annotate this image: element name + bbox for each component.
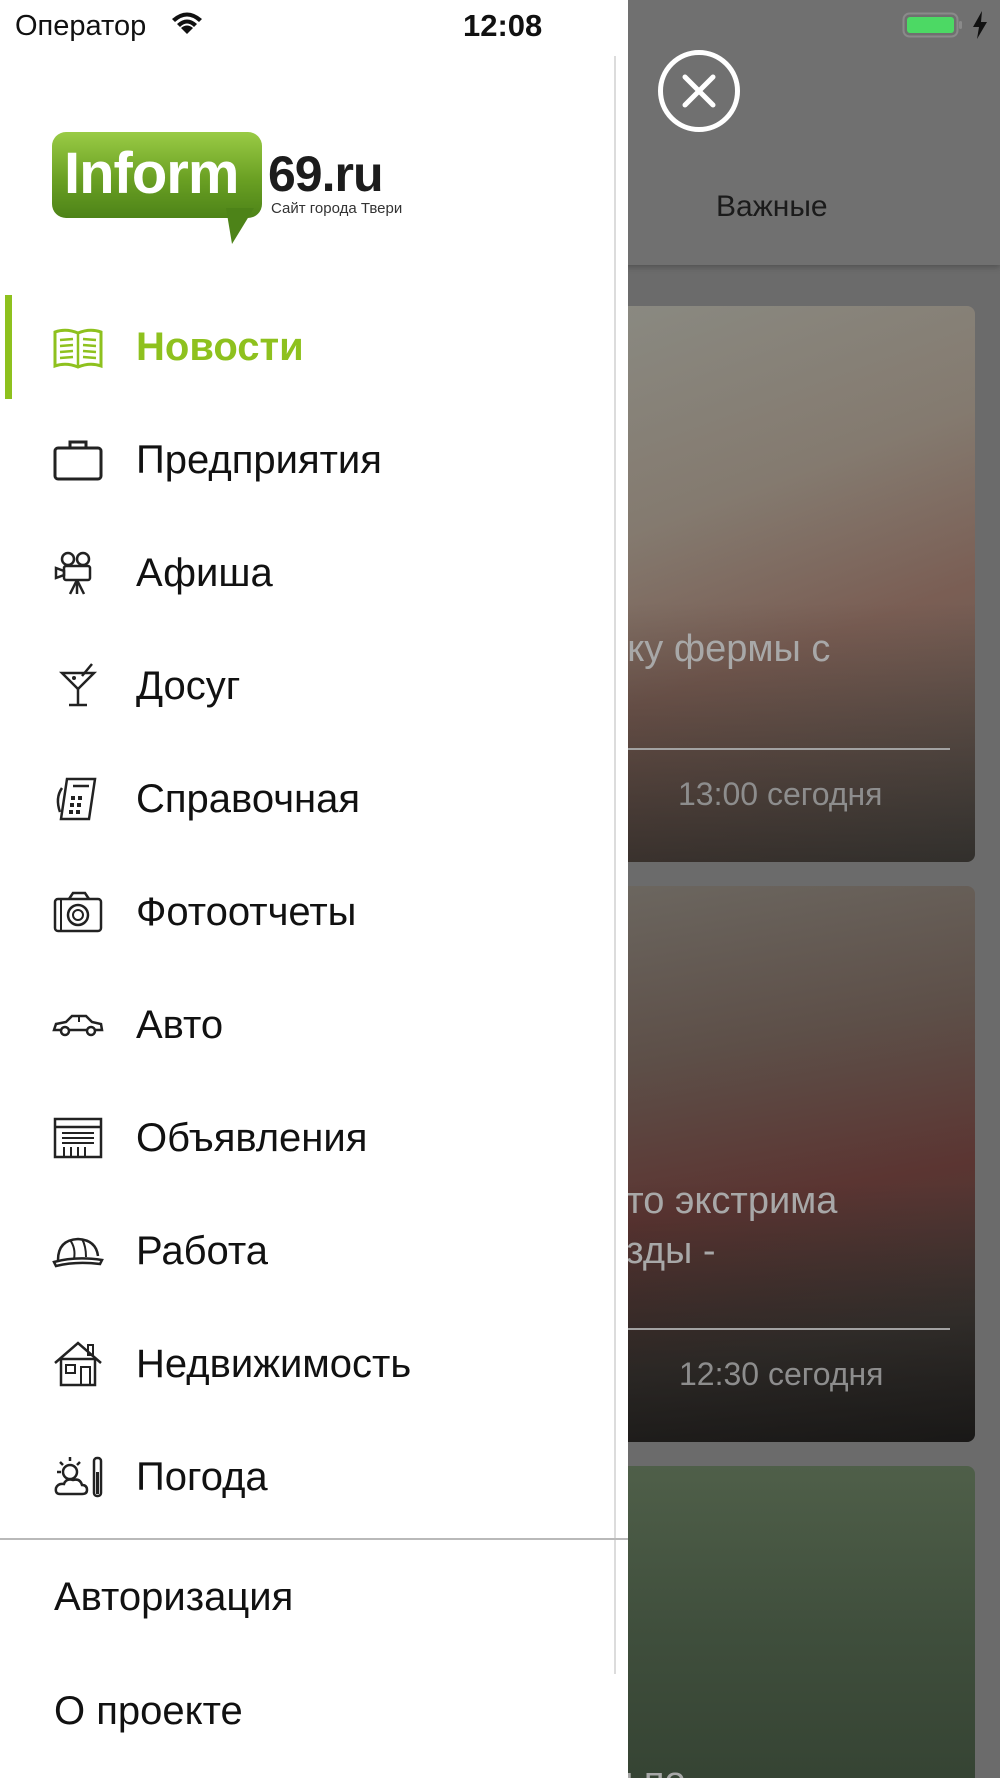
- news-card-title: ику фермы с: [606, 628, 831, 670]
- menu-item-companies[interactable]: Предприятия: [0, 405, 614, 515]
- briefcase-icon: [53, 440, 103, 481]
- menu-item-label: Работа: [136, 1229, 268, 1273]
- cocktail-icon: [58, 663, 98, 707]
- logo-tagline: Сайт города Твери: [271, 200, 403, 217]
- card-divider: [585, 1328, 950, 1330]
- logo-bubble-tail: [226, 208, 254, 244]
- camera-icon: [53, 891, 103, 933]
- menu-item-label: Недвижимость: [136, 1342, 412, 1386]
- menu-item-afisha[interactable]: Афиша: [0, 518, 614, 628]
- tab-important[interactable]: Важные: [716, 190, 828, 224]
- side-menu-drawer: Inform 69.ru Сайт города Твери Новости П…: [0, 0, 628, 1778]
- news-card-title: ото экстрима езды -: [606, 1180, 838, 1272]
- card-divider: [585, 748, 950, 750]
- menu-item-label: Объявления: [136, 1116, 368, 1160]
- news-card-time: 12:30 сегодня: [679, 1356, 884, 1392]
- status-bar: Оператор 12:08: [0, 0, 1000, 50]
- phone-directory-icon: [56, 777, 97, 821]
- menu-divider: [0, 1538, 628, 1540]
- logo-word: Inform: [64, 141, 239, 206]
- drawer-separator: [614, 56, 616, 1674]
- battery-level: [907, 17, 954, 33]
- newspaper-icon: [53, 328, 103, 369]
- menu-item-photo-reports[interactable]: Фотоотчеты: [0, 857, 614, 967]
- house-icon: [54, 1341, 102, 1387]
- menu-item-about[interactable]: О проекте: [0, 1662, 614, 1762]
- news-card-time: 13:00 сегодня: [678, 776, 883, 812]
- news-card[interactable]: ы по: [585, 1466, 975, 1778]
- menu-item-news[interactable]: Новости: [0, 292, 614, 402]
- menu-item-label: Фотоотчеты: [136, 890, 357, 934]
- close-menu-button[interactable]: [658, 50, 740, 132]
- status-clock: 12:08: [463, 8, 543, 43]
- carrier-name: Оператор: [15, 10, 147, 42]
- menu-item-auto[interactable]: Авто: [0, 970, 614, 1080]
- menu-item-leisure[interactable]: Досуг: [0, 631, 614, 741]
- menu-item-label: Авто: [136, 1003, 224, 1047]
- news-card[interactable]: ику фермы с 13:00 сегодня: [585, 306, 975, 862]
- car-icon: [52, 1014, 104, 1037]
- wifi-icon: [172, 12, 202, 34]
- menu-item-weather[interactable]: Погода: [0, 1422, 614, 1532]
- menu-item-label: Справочная: [136, 777, 361, 821]
- charging-bolt-icon: [973, 11, 987, 39]
- close-icon: [682, 74, 716, 108]
- menu-item-label: Предприятия: [136, 438, 382, 482]
- battery-icon: [902, 12, 962, 38]
- movie-camera-icon: [54, 551, 92, 595]
- hard-hat-icon: [52, 1237, 104, 1268]
- menu-item-label: Афиша: [136, 551, 273, 595]
- logo-domain: 69.ru: [268, 146, 384, 202]
- site-logo: Inform 69.ru Сайт города Твери: [52, 132, 412, 244]
- menu-item-jobs[interactable]: Работа: [0, 1196, 614, 1306]
- menu-item-login[interactable]: Авторизация: [0, 1548, 614, 1648]
- menu-item-directory[interactable]: Справочная: [0, 744, 614, 854]
- menu-item-label: О проекте: [54, 1689, 243, 1733]
- news-card[interactable]: ото экстрима езды - 12:30 сегодня: [585, 886, 975, 1442]
- menu-item-classifieds[interactable]: Объявления: [0, 1083, 614, 1193]
- menu-item-label: Погода: [136, 1455, 268, 1499]
- menu-item-real-estate[interactable]: Недвижимость: [0, 1309, 614, 1419]
- classifieds-icon: [53, 1117, 103, 1159]
- menu-item-label: Досуг: [136, 664, 241, 708]
- weather-icon: [54, 1456, 103, 1498]
- menu-item-label: Новости: [136, 325, 304, 369]
- menu-item-label: Авторизация: [54, 1575, 294, 1619]
